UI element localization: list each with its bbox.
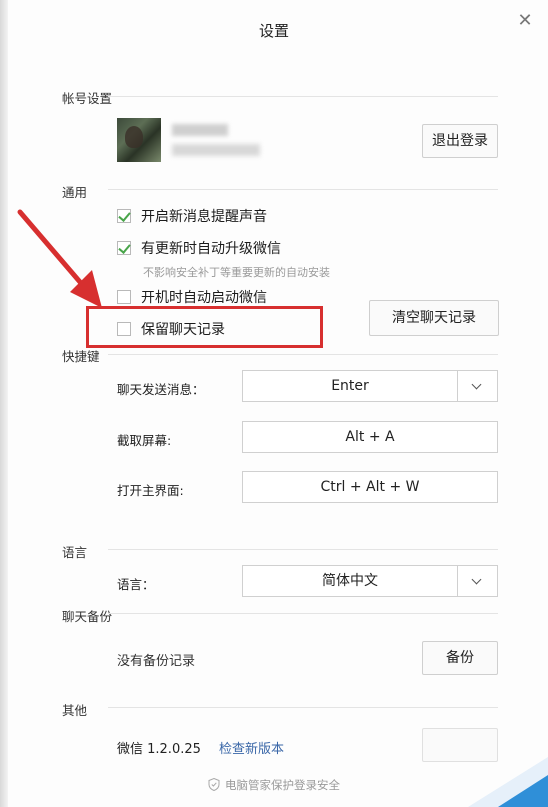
option-new-message-sound[interactable]: 开启新消息提醒声音 (117, 206, 267, 226)
window-title: 设置 (258, 22, 289, 40)
blurred-account-id (172, 144, 260, 156)
shield-icon (208, 778, 220, 791)
divider (108, 613, 498, 614)
partially-hidden-button[interactable] (422, 728, 498, 762)
logout-button[interactable]: 退出登录 (422, 124, 498, 158)
language-select[interactable]: 简体中文 (242, 565, 498, 597)
shortcut-label-send: 聊天发送消息： (117, 382, 205, 397)
screenshot-hotkey-field[interactable]: Alt + A (242, 421, 498, 453)
chevron-down-icon[interactable] (457, 566, 497, 596)
section-label-language: 语言 (62, 545, 88, 560)
footer-security-note: 电脑管家保护登录安全 (0, 777, 548, 793)
chevron-down-icon[interactable] (457, 371, 497, 401)
open-main-hotkey-field[interactable]: Ctrl + Alt + W (242, 471, 498, 503)
divider (108, 354, 498, 355)
select-value: Enter (331, 378, 369, 394)
option-auto-update[interactable]: 有更新时自动升级微信 (117, 238, 281, 258)
settings-window: 设置 ✕ 帐号设置 退出登录 通用 开启新消息提醒声音 有更新时自动升级微信 不… (0, 0, 548, 807)
avatar[interactable] (117, 118, 161, 162)
section-label-shortcuts: 快捷键 (62, 349, 100, 364)
divider (108, 549, 498, 550)
clear-chat-history-button[interactable]: 清空聊天记录 (369, 300, 499, 336)
annotation-highlight-box (86, 306, 323, 348)
select-value: 简体中文 (322, 573, 378, 589)
background-window-edge (0, 0, 8, 807)
section-label-general: 通用 (62, 185, 88, 200)
divider (108, 189, 498, 190)
divider (108, 707, 498, 708)
check-update-link[interactable]: 检查新版本 (219, 742, 284, 757)
shortcut-label-open-main: 打开主界面: (117, 483, 184, 498)
version-text: 微信 1.2.0.25 (117, 742, 201, 757)
close-icon[interactable]: ✕ (514, 10, 536, 32)
section-label-account: 帐号设置 (62, 91, 113, 106)
annotation-arrow-icon (17, 209, 102, 308)
option-label: 开机时自动启动微信 (141, 290, 267, 306)
backup-button[interactable]: 备份 (422, 641, 498, 675)
option-label: 开启新消息提醒声音 (141, 209, 267, 225)
blurred-nickname (172, 124, 228, 136)
checkbox-checked[interactable] (117, 241, 131, 255)
send-message-select[interactable]: Enter (242, 370, 498, 402)
shortcut-label-screenshot: 截取屏幕: (117, 433, 172, 448)
section-label-backup: 聊天备份 (62, 609, 113, 624)
update-hint: 不影响安全补丁等重要更新的自动安装 (143, 266, 330, 279)
backup-status: 没有备份记录 (117, 654, 196, 669)
section-label-other: 其他 (62, 703, 88, 718)
divider (108, 96, 498, 97)
footer-text: 电脑管家保护登录安全 (225, 778, 340, 792)
checkbox-unchecked[interactable] (117, 290, 131, 304)
option-auto-start[interactable]: 开机时自动启动微信 (117, 287, 267, 307)
option-label: 有更新时自动升级微信 (141, 241, 281, 257)
version-row: 微信 1.2.0.25 检查新版本 (117, 738, 284, 757)
checkbox-checked[interactable] (117, 209, 131, 223)
language-label: 语言： (117, 577, 155, 592)
